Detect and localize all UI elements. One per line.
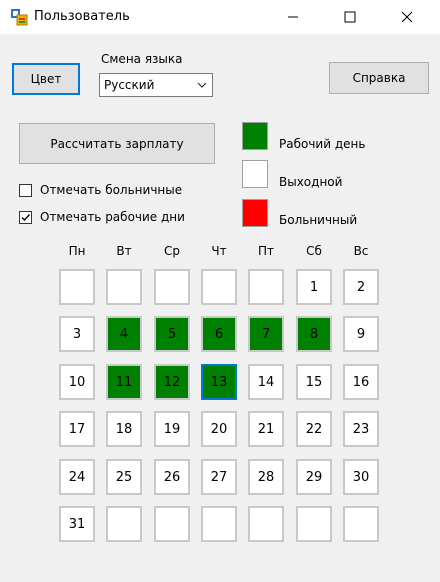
- day-cell[interactable]: 16: [343, 364, 379, 400]
- title-bar: Пользователь: [0, 0, 440, 34]
- day-cell[interactable]: 28: [248, 459, 284, 495]
- legend-label-work: Рабочий день: [279, 137, 366, 151]
- sick-days-label: Отмечать больничные: [40, 183, 183, 197]
- day-cell[interactable]: 25: [106, 459, 142, 495]
- empty-day-cell[interactable]: [248, 269, 284, 305]
- day-cell[interactable]: 19: [154, 411, 190, 447]
- weekday-header: Вт: [116, 244, 132, 258]
- weekday-header: Вс: [353, 244, 369, 258]
- minimize-icon: [288, 16, 298, 18]
- weekday-header: Пт: [257, 244, 274, 258]
- legend-swatch-sick: [242, 199, 268, 227]
- empty-day-cell[interactable]: [154, 269, 190, 305]
- empty-day-cell[interactable]: [106, 506, 142, 542]
- chevron-down-icon: [197, 82, 207, 88]
- day-cell[interactable]: 21: [248, 411, 284, 447]
- day-cell[interactable]: 6: [201, 316, 237, 352]
- window-title: Пользователь: [34, 9, 130, 24]
- sick-days-checkbox[interactable]: [19, 184, 32, 197]
- language-select[interactable]: Русский: [99, 73, 213, 97]
- legend-swatch-weekend: [242, 160, 268, 188]
- color-button[interactable]: Цвет: [12, 63, 80, 95]
- work-days-label: Отмечать рабочие дни: [40, 210, 185, 224]
- maximize-icon: [344, 11, 356, 23]
- legend-label-sick: Больничный: [279, 213, 358, 227]
- day-cell[interactable]: 3: [59, 316, 95, 352]
- calculate-salary-button[interactable]: Рассчитать зарплату: [19, 123, 215, 164]
- work-days-checkbox[interactable]: [19, 211, 32, 224]
- app-icon: [11, 9, 28, 26]
- empty-day-cell[interactable]: [201, 506, 237, 542]
- empty-day-cell[interactable]: [106, 269, 142, 305]
- day-cell[interactable]: 29: [296, 459, 332, 495]
- day-cell[interactable]: 12: [154, 364, 190, 400]
- day-cell[interactable]: 18: [106, 411, 142, 447]
- empty-day-cell[interactable]: [201, 269, 237, 305]
- language-selected-value: Русский: [104, 78, 155, 92]
- day-cell[interactable]: 20: [201, 411, 237, 447]
- day-cell[interactable]: 31: [59, 506, 95, 542]
- close-icon: [401, 11, 413, 23]
- help-button[interactable]: Справка: [329, 62, 429, 94]
- legend-label-weekend: Выходной: [279, 175, 343, 189]
- legend-swatch-work: [242, 122, 268, 150]
- language-label: Смена языка: [101, 52, 183, 66]
- day-cell[interactable]: 26: [154, 459, 190, 495]
- weekday-header: Пн: [68, 244, 86, 258]
- weekday-header: Ср: [164, 244, 180, 258]
- day-cell[interactable]: 24: [59, 459, 95, 495]
- checkmark-icon: [21, 214, 31, 222]
- day-cell[interactable]: 17: [59, 411, 95, 447]
- weekday-header: Сб: [306, 244, 322, 258]
- day-cell[interactable]: 2: [343, 269, 379, 305]
- empty-day-cell[interactable]: [59, 269, 95, 305]
- day-cell[interactable]: 14: [248, 364, 284, 400]
- close-button[interactable]: [384, 0, 430, 34]
- empty-day-cell[interactable]: [296, 506, 332, 542]
- day-cell[interactable]: 22: [296, 411, 332, 447]
- day-cell[interactable]: 15: [296, 364, 332, 400]
- day-cell[interactable]: 11: [106, 364, 142, 400]
- weekday-header: Чт: [211, 244, 227, 258]
- day-cell[interactable]: 9: [343, 316, 379, 352]
- day-cell[interactable]: 7: [248, 316, 284, 352]
- minimize-button[interactable]: [270, 0, 316, 34]
- empty-day-cell[interactable]: [154, 506, 190, 542]
- day-cell[interactable]: 8: [296, 316, 332, 352]
- empty-day-cell[interactable]: [248, 506, 284, 542]
- maximize-button[interactable]: [327, 0, 373, 34]
- day-cell[interactable]: 4: [106, 316, 142, 352]
- day-cell[interactable]: 5: [154, 316, 190, 352]
- day-cell[interactable]: 13: [201, 364, 237, 400]
- day-cell[interactable]: 27: [201, 459, 237, 495]
- empty-day-cell[interactable]: [343, 506, 379, 542]
- day-cell[interactable]: 1: [296, 269, 332, 305]
- day-cell[interactable]: 10: [59, 364, 95, 400]
- day-cell[interactable]: 30: [343, 459, 379, 495]
- day-cell[interactable]: 23: [343, 411, 379, 447]
